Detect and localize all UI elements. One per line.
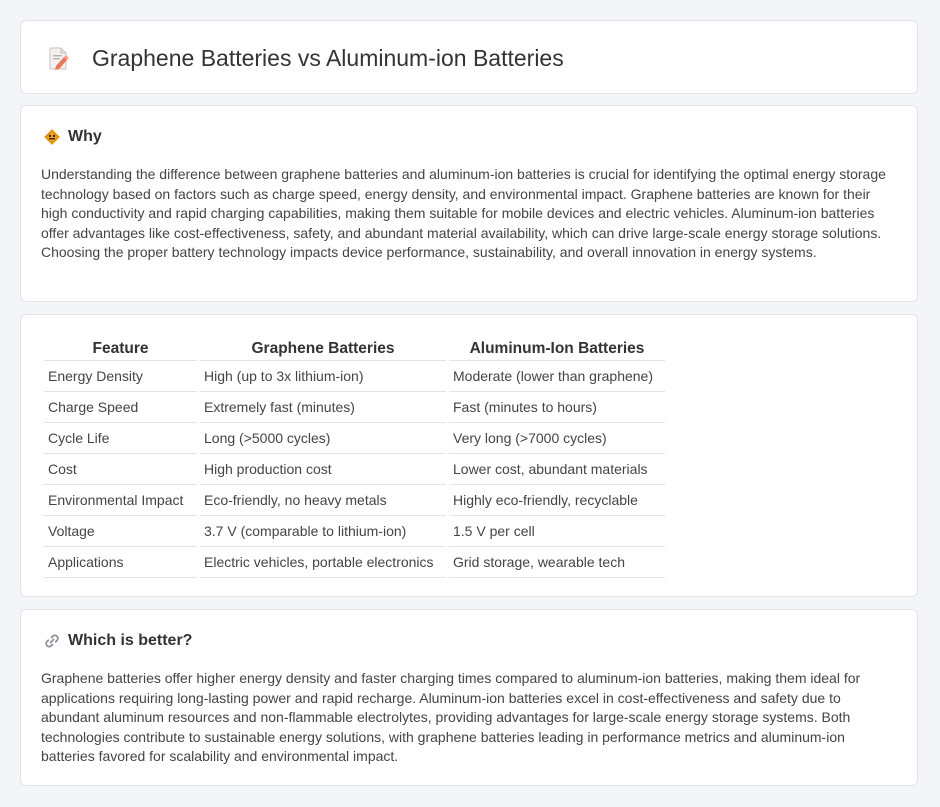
why-text: Understanding the difference between gra… (41, 166, 886, 260)
table-header-row: Feature Graphene Batteries Aluminum-Ion … (44, 336, 665, 361)
table-row: Cycle Life Long (>5000 cycles) Very long… (44, 423, 665, 454)
column-header: Graphene Batteries (200, 336, 446, 361)
which-is-better-text: Graphene batteries offer higher energy d… (41, 670, 861, 764)
table-cell: 1.5 V per cell (449, 516, 665, 547)
table-cell: Cycle Life (44, 423, 197, 454)
why-heading: Why (68, 128, 102, 145)
table-cell: Long (>5000 cycles) (200, 423, 446, 454)
table-row: Environmental Impact Eco-friendly, no he… (44, 485, 665, 516)
table-cell: Very long (>7000 cycles) (449, 423, 665, 454)
table-row: Cost High production cost Lower cost, ab… (44, 454, 665, 485)
table-cell: Applications (44, 547, 197, 578)
table-cell: High (up to 3x lithium-ion) (200, 361, 446, 392)
table-cell: High production cost (200, 454, 446, 485)
road-sign-icon (44, 129, 60, 145)
table-cell: Fast (minutes to hours) (449, 392, 665, 423)
table-cell: Lower cost, abundant materials (449, 454, 665, 485)
table-cell: Extremely fast (minutes) (200, 392, 446, 423)
table-row: Voltage 3.7 V (comparable to lithium-ion… (44, 516, 665, 547)
why-section: Why Understanding the difference between… (20, 105, 918, 302)
title-card: Graphene Batteries vs Aluminum-ion Batte… (20, 20, 918, 94)
table-cell: Moderate (lower than graphene) (449, 361, 665, 392)
table-cell: Eco-friendly, no heavy metals (200, 485, 446, 516)
column-header: Feature (44, 336, 197, 361)
table-cell: Cost (44, 454, 197, 485)
table-row: Charge Speed Extremely fast (minutes) Fa… (44, 392, 665, 423)
table-cell: 3.7 V (comparable to lithium-ion) (200, 516, 446, 547)
table-cell: Highly eco-friendly, recyclable (449, 485, 665, 516)
table-cell: Energy Density (44, 361, 197, 392)
table-row: Applications Electric vehicles, portable… (44, 547, 665, 578)
table-cell: Grid storage, wearable tech (449, 547, 665, 578)
which-is-better-heading: Which is better? (68, 632, 193, 649)
comparison-section: Feature Graphene Batteries Aluminum-Ion … (20, 314, 918, 597)
column-header: Aluminum-Ion Batteries (449, 336, 665, 361)
which-is-better-section: Which is better? Graphene batteries offe… (20, 609, 918, 786)
table-cell: Charge Speed (44, 392, 197, 423)
table-row: Energy Density High (up to 3x lithium-io… (44, 361, 665, 392)
comparison-table: Feature Graphene Batteries Aluminum-Ion … (41, 336, 668, 578)
table-cell: Electric vehicles, portable electronics (200, 547, 446, 578)
table-cell: Voltage (44, 516, 197, 547)
page-title: Graphene Batteries vs Aluminum-ion Batte… (92, 45, 564, 71)
document-pencil-icon (49, 47, 69, 70)
table-cell: Environmental Impact (44, 485, 197, 516)
link-icon (45, 634, 59, 648)
